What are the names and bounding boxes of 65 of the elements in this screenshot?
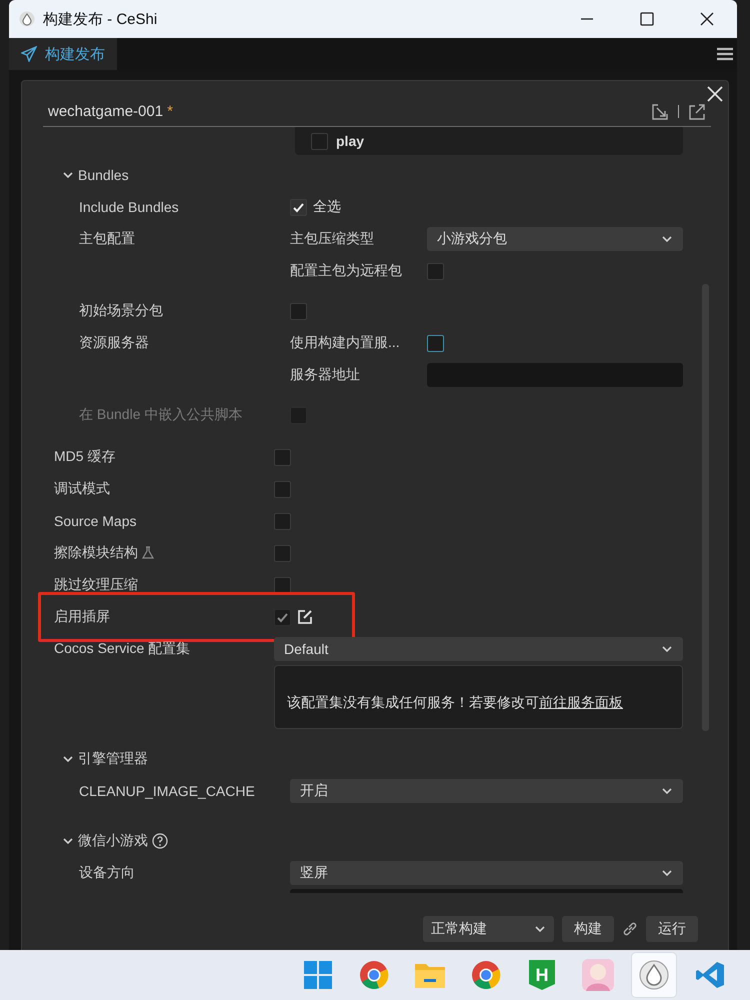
field-label: 主包压缩类型 xyxy=(290,230,375,248)
checkbox[interactable] xyxy=(290,302,307,320)
browser-icon[interactable] xyxy=(471,960,501,990)
field-label: 使用构建内置服... xyxy=(290,334,401,352)
droplet-icon[interactable] xyxy=(639,960,669,990)
setting-label: 调试模式 xyxy=(54,479,111,498)
setting-label: 设备方向 xyxy=(79,863,136,882)
checkbox[interactable] xyxy=(274,544,291,562)
code-editor-icon[interactable] xyxy=(695,960,725,990)
maximize-icon xyxy=(640,12,654,26)
setting-label: MD5 缓存 xyxy=(54,447,116,466)
checkbox[interactable] xyxy=(290,198,307,216)
windows-icon[interactable] xyxy=(303,960,333,990)
setting-label: CLEANUP_IMAGE_CACHE xyxy=(79,782,256,801)
import-icon[interactable] xyxy=(652,104,668,120)
check-icon xyxy=(276,610,289,624)
dropdown[interactable]: 竖屏 xyxy=(290,861,683,885)
section-title[interactable]: Bundles xyxy=(78,167,129,183)
close-icon[interactable] xyxy=(706,85,724,103)
close-icon xyxy=(700,12,714,26)
setting-label: 启用插屏 xyxy=(54,607,111,626)
checkbox-label: 全选 xyxy=(313,198,341,216)
menu-icon[interactable] xyxy=(717,47,733,61)
field-label: 服务器地址 xyxy=(290,366,361,384)
folder-icon[interactable] xyxy=(414,961,446,989)
paper-plane-icon xyxy=(21,46,37,62)
link-icon[interactable] xyxy=(622,921,638,937)
setting-label: 初始场景分包 xyxy=(79,301,164,320)
setting-label: Cocos Service 配置集 xyxy=(54,639,192,658)
action-button[interactable]: 构建 xyxy=(562,916,614,942)
setting-label: 擦除模块结构 xyxy=(54,537,274,569)
checkbox[interactable] xyxy=(311,132,328,150)
info-text: 该配置集没有集成任何服务！若要修改可前往服务面板 xyxy=(287,694,623,712)
scene-name: play xyxy=(336,133,364,149)
field-label: 配置主包为远程包 xyxy=(290,262,403,280)
checkbox[interactable] xyxy=(274,576,291,594)
checkbox[interactable] xyxy=(427,334,444,352)
help-icon[interactable] xyxy=(152,833,168,849)
checkbox[interactable] xyxy=(427,262,444,280)
setting-label: Source Maps xyxy=(54,512,138,531)
droplet-icon xyxy=(19,11,35,27)
checkbox[interactable] xyxy=(274,448,291,466)
dropdown[interactable]: Default xyxy=(274,637,683,661)
checkbox[interactable] xyxy=(274,480,291,498)
check-icon xyxy=(292,200,305,214)
taskbar-item[interactable] xyxy=(631,952,677,998)
setting-label: 在 Bundle 中嵌入公共脚本 xyxy=(79,405,244,424)
build-mode-dropdown[interactable]: 正常构建 xyxy=(423,916,554,942)
action-button[interactable]: 运行 xyxy=(646,916,698,942)
section-title[interactable]: 微信小游戏 xyxy=(78,832,148,850)
setting-label: Include Bundles xyxy=(79,198,180,217)
dropdown[interactable]: 小游戏分包 xyxy=(427,227,683,251)
tab[interactable]: 构建发布 xyxy=(9,38,117,70)
link[interactable]: 前往服务面板 xyxy=(539,694,623,710)
section-title[interactable]: 引擎管理器 xyxy=(78,750,148,768)
panel-title: wechatgame-001 * xyxy=(48,103,173,120)
dropdown[interactable]: 开启 xyxy=(290,779,683,803)
avatar-icon[interactable] xyxy=(582,959,614,991)
export-icon[interactable] xyxy=(689,104,705,120)
checkbox[interactable] xyxy=(274,512,291,530)
setting-label: 资源服务器 xyxy=(79,333,150,352)
setting-label: 主包配置 xyxy=(79,229,136,248)
browser-icon[interactable] xyxy=(359,960,389,990)
setting-label: 跳过纹理压缩 xyxy=(54,575,139,594)
window-title: 构建发布 - CeShi xyxy=(43,10,158,28)
